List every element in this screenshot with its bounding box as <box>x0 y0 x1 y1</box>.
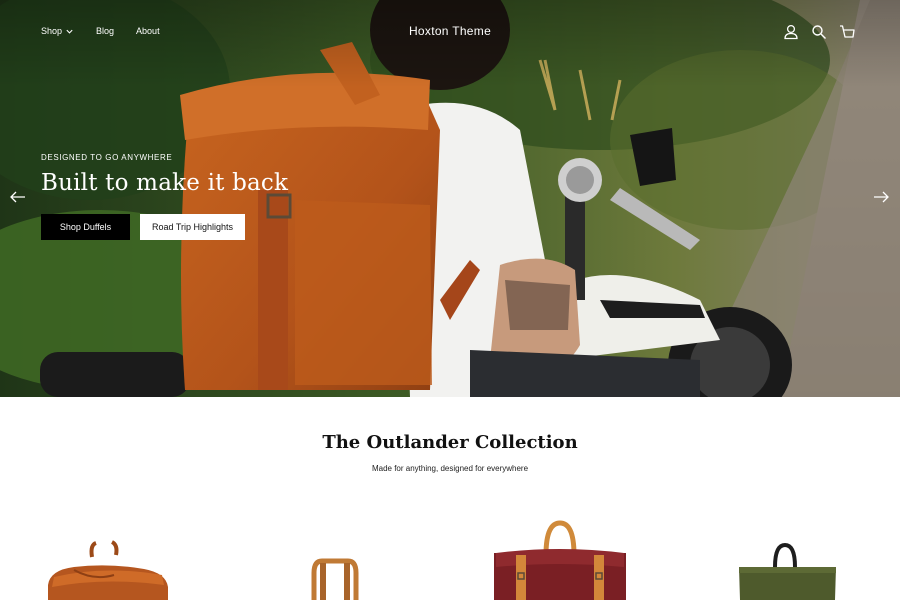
product-image <box>494 520 626 600</box>
main-nav: Shop Blog About <box>41 26 160 36</box>
nav-about[interactable]: About <box>136 26 160 36</box>
product-card-burgundy-rolltop-backpack[interactable] <box>490 515 630 600</box>
product-card-tan-rolltop-backpack[interactable] <box>44 515 174 600</box>
nav-blog[interactable]: Blog <box>96 26 114 36</box>
cart-icon[interactable] <box>838 23 856 41</box>
product-image <box>739 542 836 600</box>
arrow-right-icon[interactable] <box>872 188 890 206</box>
arrow-left-icon[interactable] <box>9 188 27 206</box>
chevron-down-icon <box>66 29 73 34</box>
nav-about-label: About <box>136 26 160 36</box>
product-card-tan-leather-tote[interactable] <box>300 515 370 600</box>
hero-banner: Shop Blog About Hoxton Theme DESIGNED TO… <box>0 0 900 397</box>
nav-shop-label: Shop <box>41 26 63 36</box>
nav-shop[interactable]: Shop <box>41 26 74 36</box>
product-image <box>311 558 359 600</box>
search-icon[interactable] <box>810 23 828 41</box>
road-trip-highlights-button[interactable]: Road Trip Highlights <box>140 214 245 240</box>
site-header: Shop Blog About Hoxton Theme <box>0 0 900 64</box>
collection-title: The Outlander Collection <box>322 432 578 453</box>
collection-subtitle: Made for anything, designed for everywhe… <box>371 464 529 473</box>
account-icon[interactable] <box>782 23 800 41</box>
hero-headline: Built to make it back <box>41 170 289 196</box>
nav-blog-label: Blog <box>96 26 115 36</box>
brand-logo[interactable]: Hoxton Theme <box>409 24 491 38</box>
header-actions <box>782 23 856 41</box>
shop-duffels-button[interactable]: Shop Duffels <box>41 214 130 240</box>
product-image <box>48 540 168 600</box>
hero-eyebrow: DESIGNED TO GO ANYWHERE <box>41 153 173 162</box>
product-card-olive-canvas-tote[interactable] <box>735 515 840 600</box>
